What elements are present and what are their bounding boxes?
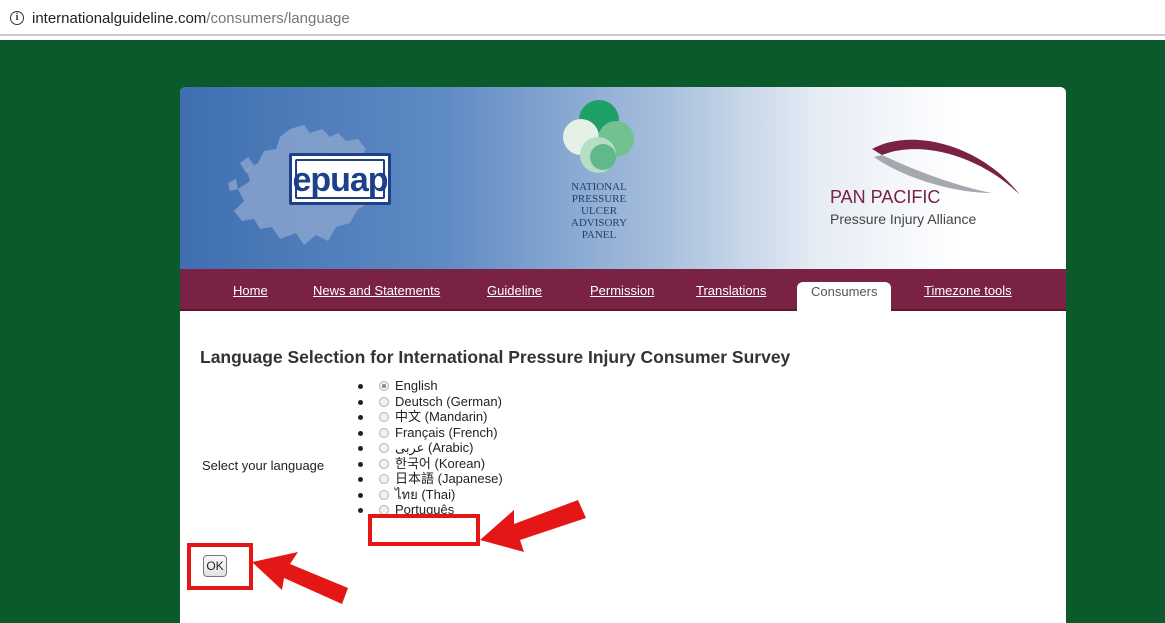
list-bullet bbox=[358, 415, 363, 420]
header-banner: epuap NATIONAL PRESSURE ULCER ADVISORY P… bbox=[180, 87, 1066, 269]
japanese-radio[interactable] bbox=[379, 474, 389, 484]
mandarin-radio[interactable] bbox=[379, 412, 389, 422]
arabic-radio[interactable] bbox=[379, 443, 389, 453]
list-bullet bbox=[358, 446, 363, 451]
language-label: 한국어 (Korean) bbox=[395, 455, 486, 471]
language-label: Deutsch (German) bbox=[395, 393, 502, 409]
list-bullet bbox=[358, 399, 363, 405]
npuap-logo-circles bbox=[563, 100, 634, 173]
korean-radio[interactable] bbox=[379, 458, 389, 469]
list-bullet bbox=[358, 384, 363, 389]
english-radio[interactable] bbox=[379, 381, 389, 391]
nav-permission[interactable]: Permission bbox=[590, 283, 654, 298]
nav-guideline[interactable]: Guideline bbox=[487, 283, 542, 298]
language-label: Français (French) bbox=[395, 424, 498, 440]
language-label: 中文 (Mandarin) bbox=[395, 409, 488, 424]
ok-highlight-box bbox=[187, 543, 253, 590]
list-bullet bbox=[358, 477, 363, 482]
nav-timezone-tools[interactable]: Timezone tools bbox=[924, 283, 1012, 298]
nav-translations[interactable]: Translations bbox=[696, 283, 766, 298]
address-bar-divider bbox=[0, 34, 1165, 36]
german-radio[interactable] bbox=[379, 396, 389, 407]
french-radio[interactable] bbox=[379, 427, 389, 438]
epuap-logo: epuap bbox=[289, 153, 391, 205]
pan-pacific-subtitle: Pressure Injury Alliance bbox=[830, 211, 977, 227]
arrow-to-portuguese-icon bbox=[480, 500, 586, 552]
nav-news-and-statements[interactable]: News and Statements bbox=[313, 283, 440, 298]
pan-pacific-title: PAN PACIFIC bbox=[830, 187, 941, 207]
npuap-logo-text: NATIONAL PRESSURE ULCER ADVISORY PANEL bbox=[570, 181, 628, 241]
nav-consumers[interactable]: Consumers bbox=[797, 282, 892, 311]
select-language-label: Select your language bbox=[202, 458, 325, 473]
page-title: Language Selection for International Pre… bbox=[200, 347, 791, 367]
list-bullet bbox=[358, 461, 363, 467]
url-domain: internationalguideline.com bbox=[32, 10, 207, 27]
arrow-to-ok-icon bbox=[252, 552, 348, 604]
address-bar[interactable]: i internationalguideline.com/consumers/l… bbox=[0, 0, 1165, 36]
main-nav: Home News and Statements Guideline Permi… bbox=[180, 269, 1066, 311]
thai-radio[interactable] bbox=[379, 489, 389, 500]
url-path: /consumers/language bbox=[206, 10, 350, 27]
language-label: English bbox=[395, 378, 438, 393]
language-label: 日本語 (Japanese) bbox=[395, 471, 503, 486]
list-bullet bbox=[358, 492, 363, 498]
url-text[interactable]: internationalguideline.com/consumers/lan… bbox=[32, 10, 350, 27]
language-label: عربى (Arabic) bbox=[395, 440, 474, 455]
language-label: ไทย (Thai) bbox=[395, 486, 456, 502]
list-bullet bbox=[358, 430, 363, 436]
nav-home[interactable]: Home bbox=[233, 283, 268, 298]
list-bullet bbox=[358, 508, 363, 513]
portuguese-highlight-box bbox=[368, 514, 480, 546]
epuap-logo-text: epuap bbox=[292, 161, 388, 199]
info-icon[interactable]: i bbox=[10, 11, 24, 25]
